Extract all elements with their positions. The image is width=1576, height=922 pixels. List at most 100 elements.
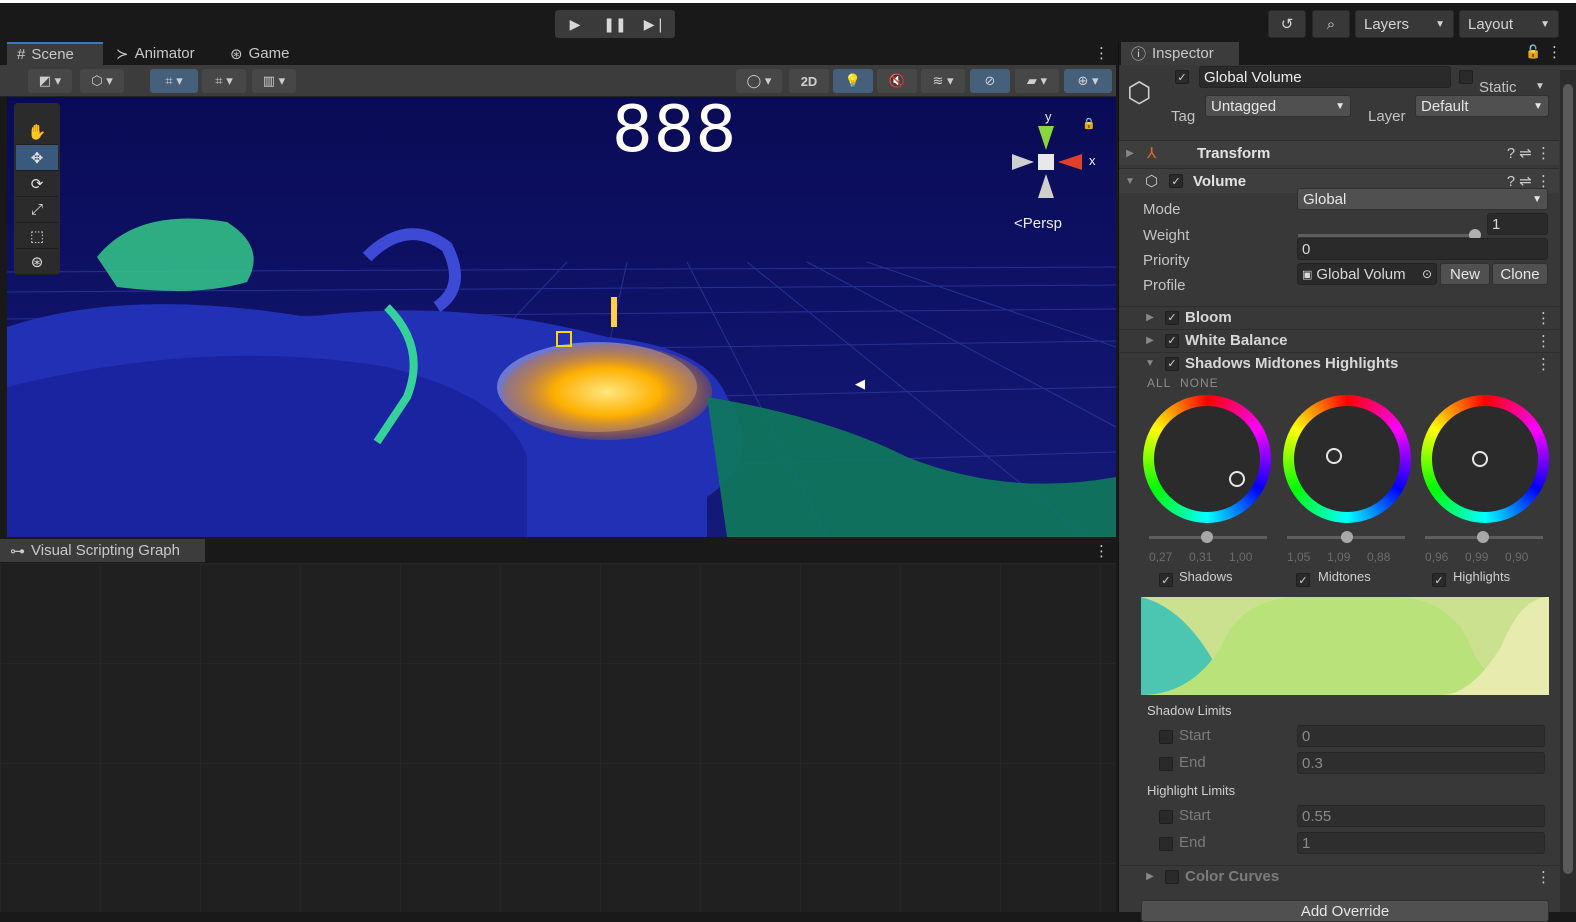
transform-tools: ✋ ✥ ⟳ ⤢ ⬚ ⊛ <box>14 103 60 275</box>
volume-enabled-checkbox[interactable]: ✓ <box>1169 174 1183 188</box>
step-button[interactable]: ▶❘ <box>635 10 675 38</box>
shadow-start-field[interactable]: 0 <box>1297 725 1545 747</box>
rect-tool-button[interactable]: ⬚ <box>16 223 58 249</box>
object-name-field[interactable]: Global Volume <box>1199 66 1451 88</box>
shadow-start-checkbox[interactable] <box>1159 730 1173 744</box>
color-curves-checkbox[interactable] <box>1165 869 1179 884</box>
shadows-color-wheel[interactable] <box>1143 395 1271 523</box>
lighting-toggle[interactable]: 💡 <box>833 69 873 93</box>
new-profile-button[interactable]: New <box>1440 263 1490 285</box>
color-curves-override[interactable]: ▶ Color Curves ⋮ <box>1119 865 1559 887</box>
lock-icon[interactable]: 🔓 <box>1525 44 1541 60</box>
weight-field[interactable]: 1 <box>1487 213 1548 235</box>
tab-scene[interactable]: # Scene <box>7 42 103 65</box>
weight-slider-track[interactable] <box>1298 234 1478 237</box>
effects-dropdown[interactable]: ≋ ▾ <box>921 69 965 93</box>
projection-toggle[interactable]: <Persp <box>1014 215 1062 232</box>
shadow-end-checkbox[interactable] <box>1159 757 1173 771</box>
grid-visibility-toggle[interactable]: ▥ ▾ <box>252 69 296 93</box>
profile-field[interactable]: ▣ Global Volum ⊙ <box>1297 263 1437 285</box>
highlights-checkbox[interactable]: ✓ <box>1432 573 1446 587</box>
undo-history-button[interactable]: ↺ <box>1268 10 1306 38</box>
scrollbar-thumb[interactable] <box>1563 84 1573 874</box>
layer-dropdown[interactable]: Default ▼ <box>1415 95 1549 117</box>
gizmos-dropdown[interactable]: ⊕ ▾ <box>1064 69 1112 93</box>
highlights-color-wheel[interactable] <box>1421 395 1549 523</box>
smh-checkbox[interactable]: ✓ <box>1165 356 1179 371</box>
more-options-icon[interactable]: ⋮ <box>1536 355 1559 373</box>
render-mode-dropdown[interactable]: ⬡ ▾ <box>80 69 124 93</box>
add-override-button[interactable]: Add Override <box>1141 900 1549 922</box>
component-menu-icons[interactable]: ? ⇌ ⋮ <box>1507 144 1559 162</box>
highlights-slider-knob[interactable] <box>1477 531 1489 543</box>
tag-dropdown[interactable]: Untagged ▼ <box>1205 95 1351 117</box>
info-icon: ⓘ <box>1131 46 1147 63</box>
midtones-checkbox[interactable]: ✓ <box>1296 573 1310 587</box>
layers-dropdown[interactable]: Layers ▼ <box>1355 10 1454 38</box>
tab-visual-scripting[interactable]: ⊶ Visual Scripting Graph <box>0 539 205 562</box>
highlight-start-field[interactable]: 0.55 <box>1297 805 1545 827</box>
grid-snap-toggle[interactable]: ⌗ ▾ <box>150 69 198 93</box>
highlight-end-checkbox[interactable] <box>1159 837 1173 851</box>
white-balance-override[interactable]: ▶ ✓ White Balance ⋮ <box>1119 329 1559 351</box>
scene-viewport[interactable] <box>7 97 1116 537</box>
mode-dropdown[interactable]: Global ▼ <box>1297 188 1548 210</box>
pause-button[interactable]: ❚❚ <box>595 10 635 38</box>
shadows-checkbox[interactable]: ✓ <box>1159 573 1173 587</box>
orientation-dropdown[interactable]: ◯ ▾ <box>736 69 782 93</box>
more-options-icon[interactable]: ⋮ <box>1536 868 1559 886</box>
bloom-checkbox[interactable]: ✓ <box>1165 310 1179 325</box>
active-checkbox[interactable]: ✓ <box>1175 70 1189 84</box>
visual-scripting-canvas[interactable] <box>0 563 1116 912</box>
more-options-icon[interactable]: ⋮ <box>1547 43 1562 61</box>
highlights-wheel-knob[interactable] <box>1472 451 1488 467</box>
draw-mode-dropdown[interactable]: ◩ ▾ <box>28 69 72 93</box>
midtones-slider-knob[interactable] <box>1341 531 1353 543</box>
more-options-icon[interactable]: ⋮ <box>1094 44 1109 62</box>
scene-visibility-toggle[interactable]: ⊘ <box>970 69 1010 93</box>
smh-override[interactable]: ▼ ✓ Shadows Midtones Highlights ⋮ <box>1119 352 1559 374</box>
layout-dropdown[interactable]: Layout ▼ <box>1459 10 1559 38</box>
move-tool-button[interactable]: ✥ <box>16 145 58 171</box>
white-balance-checkbox[interactable]: ✓ <box>1165 333 1179 348</box>
toggle-none-button[interactable]: NONE <box>1180 376 1219 390</box>
hand-tool-button[interactable]: ✋ <box>16 119 58 145</box>
static-checkbox[interactable] <box>1459 70 1473 84</box>
midtones-color-wheel[interactable] <box>1283 395 1411 523</box>
static-dropdown-chevron-icon[interactable]: ▼ <box>1535 81 1545 92</box>
toggle-all-button[interactable]: ALL <box>1147 376 1171 390</box>
object-picker-icon[interactable]: ⊙ <box>1422 267 1432 281</box>
highlight-end-field[interactable]: 1 <box>1297 832 1545 854</box>
tab-game[interactable]: ⊛ Game <box>220 42 299 65</box>
clone-profile-button[interactable]: Clone <box>1492 263 1548 285</box>
inspector-scrollbar[interactable] <box>1560 70 1576 912</box>
tab-inspector[interactable]: ⓘ Inspector <box>1121 42 1239 65</box>
more-options-icon[interactable]: ⋮ <box>1536 332 1559 350</box>
play-button[interactable]: ▶ <box>555 10 595 38</box>
rotate-tool-button[interactable]: ⟳ <box>16 171 58 197</box>
transform-component-header[interactable]: ▶ ⅄ Transform ? ⇌ ⋮ <box>1119 140 1559 165</box>
increment-snap-toggle[interactable]: ⌗ ▾ <box>202 69 246 93</box>
transform-icon: ⅄ <box>1147 145 1157 162</box>
lock-icon[interactable]: 🔒 <box>1082 117 1096 130</box>
transform-tool-button[interactable]: ⊛ <box>16 249 58 275</box>
lightbulb-icon: 💡 <box>844 73 862 88</box>
tag-value: Untagged <box>1211 97 1277 115</box>
camera-dropdown[interactable]: ▰ ▾ <box>1015 69 1059 93</box>
tab-animator[interactable]: ≻ Animator <box>106 42 205 65</box>
tab-label: Animator <box>134 45 195 62</box>
shadow-end-field[interactable]: 0.3 <box>1297 752 1545 774</box>
priority-field[interactable]: 0 <box>1297 238 1548 260</box>
midtones-wheel-knob[interactable] <box>1326 448 1342 464</box>
chevron-down-icon: ▼ <box>1532 193 1542 205</box>
highlight-start-checkbox[interactable] <box>1159 810 1173 824</box>
bloom-override[interactable]: ▶ ✓ Bloom ⋮ <box>1119 306 1559 328</box>
more-options-icon[interactable]: ⋮ <box>1094 542 1109 560</box>
audio-toggle[interactable]: 🔇 <box>877 69 917 93</box>
shadows-wheel-knob[interactable] <box>1229 471 1245 487</box>
shadows-slider-knob[interactable] <box>1201 531 1213 543</box>
scale-tool-button[interactable]: ⤢ <box>16 197 58 223</box>
search-button[interactable]: ⌕ <box>1312 10 1350 38</box>
more-options-icon[interactable]: ⋮ <box>1536 309 1559 327</box>
toggle-2d-button[interactable]: 2D <box>789 69 829 93</box>
